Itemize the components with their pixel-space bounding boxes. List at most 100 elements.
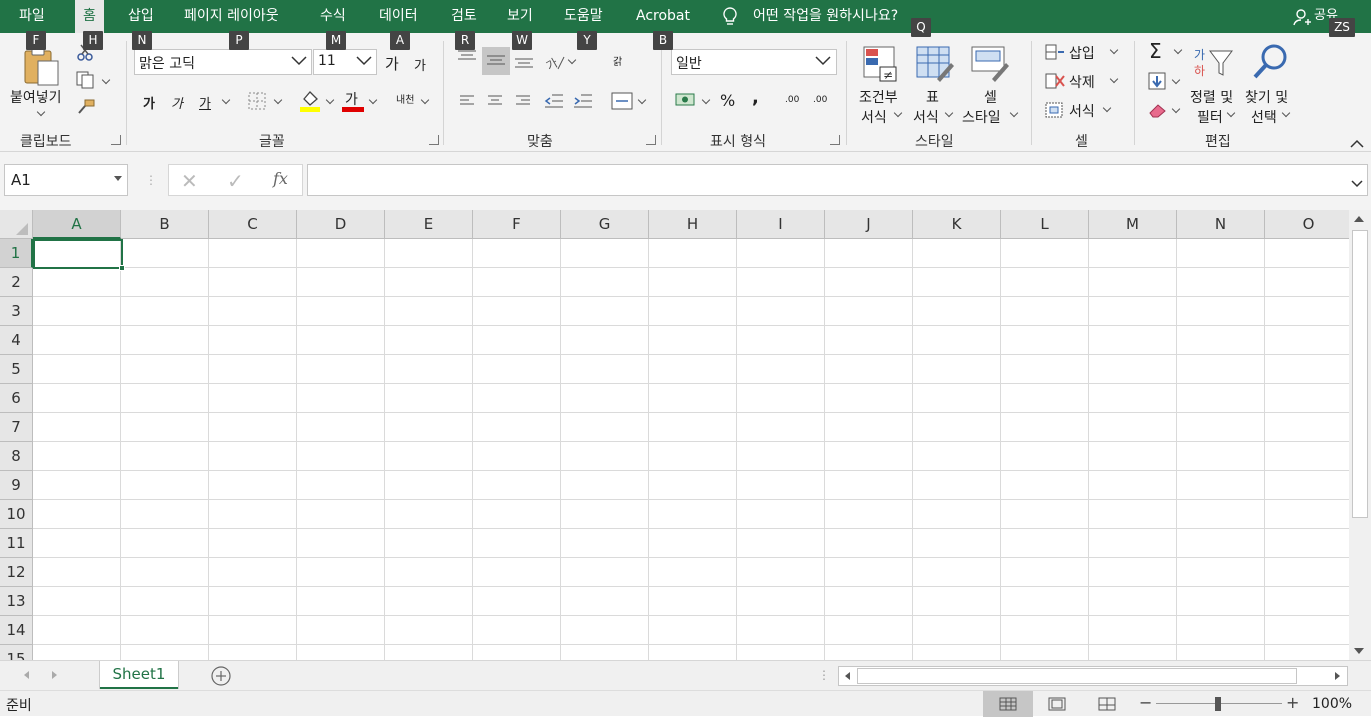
- chevron-down-icon[interactable]: [356, 55, 372, 71]
- row-header[interactable]: 10: [0, 500, 33, 529]
- column-header[interactable]: J: [825, 210, 913, 239]
- enter-icon[interactable]: ✓: [227, 169, 244, 193]
- scroll-up-icon[interactable]: [1354, 216, 1364, 222]
- number-format-combo[interactable]: 일반: [671, 49, 837, 75]
- wrap-text-button[interactable]: 갉: [613, 53, 622, 68]
- chevron-down-icon[interactable]: [1109, 45, 1119, 55]
- dialog-launcher-icon[interactable]: [429, 135, 439, 145]
- column-header[interactable]: E: [385, 210, 473, 239]
- menu-review[interactable]: 검토: [443, 0, 485, 33]
- align-right-icon[interactable]: [515, 94, 531, 112]
- menu-acrobat[interactable]: Acrobat: [628, 0, 698, 33]
- find-select-icon[interactable]: [1252, 43, 1290, 85]
- chevron-down-icon[interactable]: [1171, 75, 1181, 85]
- row-header[interactable]: 9: [0, 471, 33, 500]
- row-header[interactable]: 11: [0, 529, 33, 558]
- menu-formulas[interactable]: 수식: [312, 0, 354, 33]
- next-sheet-icon[interactable]: [52, 671, 57, 679]
- fill-icon[interactable]: [1148, 72, 1166, 94]
- row-header[interactable]: 6: [0, 384, 33, 413]
- page-break-view-icon[interactable]: [1098, 697, 1116, 715]
- italic-button[interactable]: 가: [171, 93, 183, 112]
- font-color-button[interactable]: 가: [345, 89, 358, 109]
- dialog-launcher-icon[interactable]: [830, 135, 840, 145]
- chevron-down-icon[interactable]: [273, 95, 283, 105]
- insert-cells-button[interactable]: 삽입: [1069, 43, 1095, 63]
- column-header[interactable]: F: [473, 210, 561, 239]
- formula-input[interactable]: [307, 164, 1368, 196]
- chevron-down-icon[interactable]: [221, 95, 231, 105]
- row-header[interactable]: 13: [0, 587, 33, 616]
- column-header[interactable]: K: [913, 210, 1001, 239]
- column-header[interactable]: C: [209, 210, 297, 239]
- chevron-down-icon[interactable]: [325, 95, 335, 105]
- vertical-scrollbar[interactable]: [1349, 210, 1371, 660]
- row-header[interactable]: 2: [0, 268, 33, 297]
- underline-button[interactable]: 가: [199, 93, 211, 112]
- row-header[interactable]: 1: [0, 239, 33, 268]
- chevron-down-icon[interactable]: [1226, 108, 1236, 118]
- chevron-down-icon[interactable]: [368, 95, 378, 105]
- vertical-scroll-thumb[interactable]: [1352, 230, 1368, 518]
- merge-center-icon[interactable]: [611, 92, 633, 114]
- delete-cells-icon[interactable]: [1045, 72, 1065, 94]
- menu-page-layout[interactable]: 페이지 레이아웃: [176, 0, 287, 33]
- comma-button[interactable]: ,: [752, 87, 759, 108]
- collapse-ribbon-icon[interactable]: [1350, 137, 1364, 153]
- format-painter-icon[interactable]: [76, 99, 96, 119]
- format-cells-button[interactable]: 서식: [1069, 101, 1095, 121]
- fill-color-icon[interactable]: [300, 89, 322, 117]
- name-box-dropdown-icon[interactable]: [114, 176, 122, 181]
- chevron-down-icon[interactable]: [815, 55, 831, 71]
- decrease-indent-icon[interactable]: [544, 93, 564, 113]
- menu-home[interactable]: 홈: [75, 0, 104, 33]
- column-header[interactable]: M: [1089, 210, 1177, 239]
- prev-sheet-icon[interactable]: [24, 671, 29, 679]
- horizontal-scrollbar[interactable]: [838, 666, 1348, 686]
- percent-button[interactable]: %: [720, 91, 735, 110]
- row-header[interactable]: 8: [0, 442, 33, 471]
- menu-view[interactable]: 보기: [499, 0, 541, 33]
- chevron-down-icon[interactable]: [567, 55, 577, 65]
- column-header[interactable]: D: [297, 210, 385, 239]
- zoom-in-icon[interactable]: +: [1286, 693, 1299, 712]
- dialog-launcher-icon[interactable]: [646, 135, 656, 145]
- format-cells-icon[interactable]: [1045, 101, 1065, 123]
- column-header[interactable]: G: [561, 210, 649, 239]
- insert-cells-icon[interactable]: [1045, 43, 1065, 65]
- autosum-icon[interactable]: Σ: [1149, 39, 1162, 63]
- menu-insert[interactable]: 삽입: [120, 0, 162, 33]
- cell-styles-icon[interactable]: [970, 45, 1010, 87]
- column-header[interactable]: L: [1001, 210, 1089, 239]
- split-handle-icon[interactable]: ⋮: [818, 668, 830, 682]
- chevron-down-icon[interactable]: [1281, 108, 1291, 118]
- zoom-level[interactable]: 100%: [1312, 696, 1352, 712]
- chevron-down-icon[interactable]: [701, 95, 711, 105]
- chevron-down-icon[interactable]: [1109, 74, 1119, 84]
- eraser-icon[interactable]: [1148, 102, 1168, 122]
- conditional-formatting-icon[interactable]: ≠: [862, 45, 902, 87]
- bold-button[interactable]: 가: [143, 93, 155, 112]
- format-as-table-button[interactable]: 표: [926, 87, 939, 107]
- add-sheet-icon[interactable]: [211, 666, 231, 690]
- delete-cells-button[interactable]: 삭제: [1069, 72, 1095, 92]
- row-header[interactable]: 15: [0, 645, 33, 660]
- dialog-launcher-icon[interactable]: [111, 135, 121, 145]
- column-header[interactable]: O: [1265, 210, 1349, 239]
- border-icon[interactable]: [248, 92, 266, 114]
- menu-help[interactable]: 도움말: [556, 0, 611, 33]
- align-top-icon[interactable]: [457, 49, 477, 67]
- column-header[interactable]: N: [1177, 210, 1265, 239]
- shrink-font-button[interactable]: 가: [414, 55, 426, 74]
- worksheet-grid[interactable]: ABCDEFGHIJKLMNO 1 2 3 4 5 6 7 8 9 10 11 12 13 14 15: [0, 210, 1349, 660]
- fill-handle[interactable]: [119, 265, 125, 271]
- decrease-decimal-button[interactable]: .00: [813, 95, 827, 105]
- sort-filter-icon[interactable]: 가하: [1194, 45, 1236, 83]
- grow-font-button[interactable]: 가: [385, 53, 399, 74]
- expand-formula-icon[interactable]: [1351, 176, 1363, 192]
- align-center-icon[interactable]: [487, 94, 503, 112]
- row-header[interactable]: 12: [0, 558, 33, 587]
- find-select-button[interactable]: 찾기 및: [1245, 87, 1288, 107]
- scroll-right-icon[interactable]: [1335, 672, 1340, 680]
- copy-icon[interactable]: [76, 71, 96, 93]
